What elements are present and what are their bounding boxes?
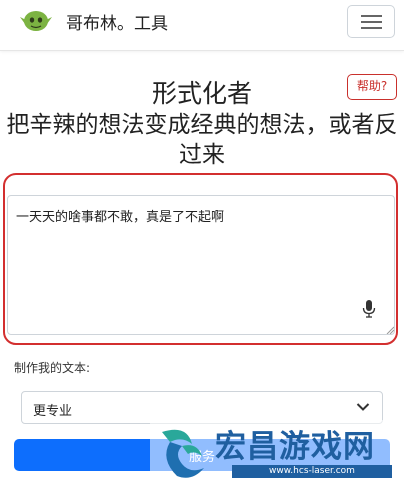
style-select-label: 制作我的文本: <box>14 361 91 375</box>
navbar: 哥布林。工具 <box>0 0 404 51</box>
resize-grip-icon[interactable] <box>386 326 394 334</box>
page-subtitle: 把辛辣的想法变成经典的想法，或者反过来 <box>6 112 398 168</box>
help-button[interactable]: 帮助? <box>347 74 397 100</box>
watermark: 宏昌游戏网 www.hcs-laser.com <box>150 420 404 485</box>
page-title: 形式化者 <box>151 79 252 108</box>
watermark-logo-icon <box>162 429 204 478</box>
menu-toggle-button[interactable] <box>347 5 395 38</box>
hamburger-icon-line <box>361 21 382 23</box>
hamburger-icon-line <box>361 15 382 17</box>
chevron-down-icon <box>356 403 370 411</box>
hamburger-icon-line <box>361 27 382 29</box>
microphone-icon[interactable] <box>362 300 376 318</box>
text-input-area[interactable]: 一天天的啥事都不敢，真是了不起啊 <box>7 195 395 335</box>
brand-name[interactable]: 哥布林。工具 <box>66 9 168 34</box>
goblin-logo-icon[interactable] <box>18 5 54 35</box>
style-select-value: 更专业 <box>33 404 73 419</box>
watermark-text: 宏昌游戏网 <box>215 429 375 465</box>
watermark-url: www.hcs-laser.com <box>232 465 392 478</box>
